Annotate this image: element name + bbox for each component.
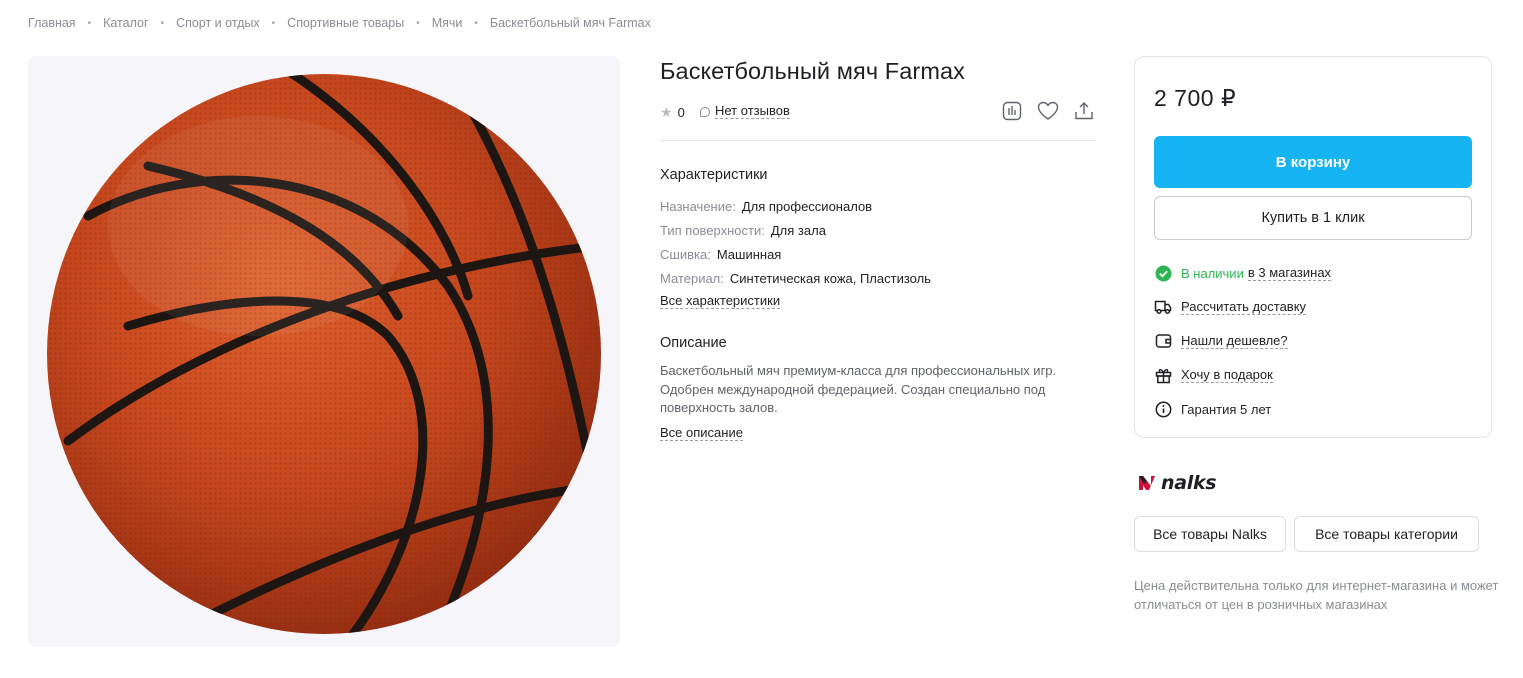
nalks-logo-mark xyxy=(1139,476,1155,490)
spec-row: Материал: Синтетическая кожа, Пластизоль xyxy=(660,267,931,291)
buy-one-click-button[interactable]: Купить в 1 клик xyxy=(1154,196,1472,240)
gift-option[interactable]: Хочу в подарок xyxy=(1154,366,1273,384)
description-title: Описание xyxy=(660,335,727,351)
favorite-button[interactable] xyxy=(1037,100,1059,122)
spec-value: Синтетическая кожа, Пластизоль xyxy=(729,271,931,286)
spec-key: Тип поверхности: xyxy=(660,223,765,238)
breadcrumb-item-catalog[interactable]: Каталог xyxy=(103,16,148,30)
spec-row: Назначение: Для профессионалов xyxy=(660,195,931,219)
spec-value: Для профессионалов xyxy=(741,199,873,214)
warranty-text: Гарантия 5 лет xyxy=(1181,401,1272,417)
spec-key: Сшивка: xyxy=(660,247,711,262)
star-icon: ★ xyxy=(660,104,673,120)
spec-value: Машинная xyxy=(716,247,782,262)
breadcrumb-separator: • xyxy=(160,17,165,29)
breadcrumb-separator: • xyxy=(87,17,92,29)
specs-title: Характеристики xyxy=(660,167,768,183)
spec-key: Материал: xyxy=(660,271,724,286)
heart-icon xyxy=(1037,101,1059,120)
product-title: Баскетбольный мяч Farmax xyxy=(660,58,966,84)
gift-icon xyxy=(1154,366,1172,384)
breadcrumb-separator: • xyxy=(271,17,276,29)
comment-icon xyxy=(700,106,710,117)
rating-row: ★ 0 Нет отзывов xyxy=(660,101,1095,141)
breadcrumb-item-home[interactable]: Главная xyxy=(28,16,76,30)
warranty-info: Гарантия 5 лет xyxy=(1154,400,1271,418)
cheaper-link[interactable]: Нашли дешевле? xyxy=(1181,333,1288,349)
brand-name: nalks xyxy=(1161,472,1217,494)
spec-key: Назначение: xyxy=(660,199,736,214)
all-specs-link[interactable]: Все характеристики xyxy=(660,293,781,309)
check-circle-icon xyxy=(1154,264,1172,282)
availability-status: В наличии xyxy=(1181,265,1244,281)
product-actions xyxy=(1001,100,1095,122)
delivery-option[interactable]: Рассчитать доставку xyxy=(1154,298,1307,316)
breadcrumb: Главная • Каталог • Спорт и отдых • Спор… xyxy=(28,16,651,30)
all-category-products-button[interactable]: Все товары категории xyxy=(1294,516,1479,552)
price-note: Цена действительна только для интернет-м… xyxy=(1134,578,1499,612)
product-rating[interactable]: ★ 0 xyxy=(660,104,685,121)
delivery-link[interactable]: Рассчитать доставку xyxy=(1181,299,1307,315)
breadcrumb-item-sport-goods[interactable]: Спортивные товары xyxy=(287,16,404,30)
buy-card: 2 700 ₽ В корзину Купить в 1 клик В нали… xyxy=(1134,56,1492,438)
description-text: Баскетбольный мяч премиум-класса для про… xyxy=(660,363,1057,415)
spec-row: Сшивка: Машинная xyxy=(660,243,931,267)
add-to-cart-button[interactable]: В корзину xyxy=(1154,136,1472,188)
product-image[interactable] xyxy=(28,56,620,647)
share-icon xyxy=(1075,102,1093,120)
truck-icon xyxy=(1154,298,1172,316)
brand-logo[interactable]: nalks xyxy=(1138,472,1217,494)
breadcrumb-item-balls[interactable]: Мячи xyxy=(432,16,463,30)
cheaper-option[interactable]: Нашли дешевле? xyxy=(1154,332,1288,350)
wallet-icon xyxy=(1154,332,1172,350)
basketball-image xyxy=(47,74,601,634)
availability-stores-link[interactable]: в 3 магазинах xyxy=(1247,265,1332,281)
share-button[interactable] xyxy=(1073,100,1095,122)
breadcrumb-separator: • xyxy=(474,17,478,29)
compare-button[interactable] xyxy=(1001,100,1023,122)
reviews-label: Нет отзывов xyxy=(715,103,790,119)
gift-link[interactable]: Хочу в подарок xyxy=(1181,367,1273,383)
compare-icon xyxy=(1002,101,1022,121)
price: 2 700 ₽ xyxy=(1154,85,1237,111)
availability: В наличии в 3 магазинах xyxy=(1154,264,1332,282)
breadcrumb-item-current: Баскетбольный мяч Farmax xyxy=(489,16,651,30)
breadcrumb-item-sport[interactable]: Спорт и отдых xyxy=(176,16,260,30)
spec-row: Тип поверхности: Для зала xyxy=(660,219,931,243)
specs-list: Назначение: Для профессионалов Тип повер… xyxy=(660,195,931,291)
all-description-link[interactable]: Все описание xyxy=(660,425,743,441)
spec-value: Для зала xyxy=(770,223,826,238)
reviews-link[interactable]: Нет отзывов xyxy=(700,104,790,119)
all-brand-products-button[interactable]: Все товары Nalks xyxy=(1134,516,1286,552)
info-icon xyxy=(1154,400,1172,418)
rating-value: 0 xyxy=(677,105,685,120)
breadcrumb-separator: • xyxy=(416,17,420,29)
